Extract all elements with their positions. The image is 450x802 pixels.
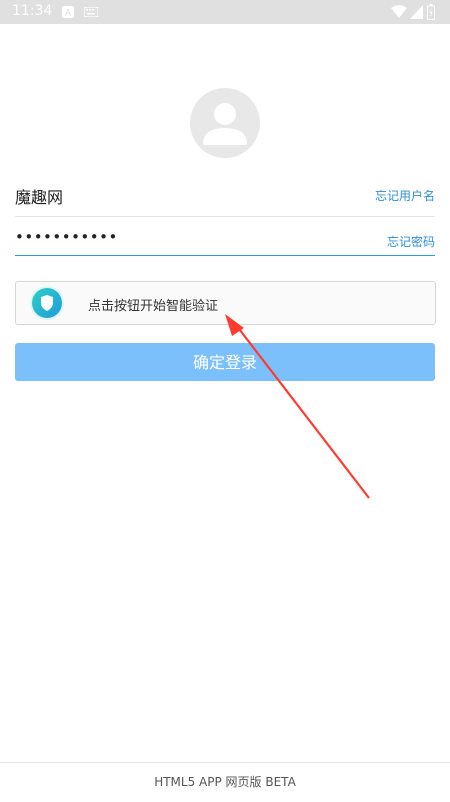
footer: HTML5 APP 网页版 BETA [0, 762, 450, 802]
forgot-password-link[interactable]: 忘记密码 [387, 233, 435, 250]
username-field[interactable]: 魔趣网 忘记用户名 [15, 170, 435, 217]
captcha-prompt: 点击按钮开始智能验证 [88, 299, 219, 314]
password-field[interactable]: ••••••••••• 忘记密码 [15, 216, 435, 256]
keyboard-icon [84, 7, 98, 17]
user-avatar [190, 88, 260, 158]
status-bar: 11:34 A [0, 0, 450, 24]
status-time: 11:34 [12, 3, 53, 19]
svg-text:A: A [65, 9, 72, 19]
smart-captcha-button[interactable]: 点击按钮开始智能验证 [15, 281, 436, 325]
login-submit-button[interactable]: 确定登录 [15, 343, 435, 381]
username-input[interactable]: 魔趣网 [15, 184, 63, 208]
user-avatar-icon [203, 103, 247, 145]
captcha-badge [32, 288, 62, 318]
password-input[interactable]: ••••••••••• [15, 228, 118, 246]
a-icon: A [62, 6, 74, 18]
shield-icon [41, 295, 53, 311]
forgot-username-link[interactable]: 忘记用户名 [375, 187, 435, 204]
battery-icon [427, 4, 435, 20]
footer-text: HTML5 APP 网页版 BETA [154, 775, 296, 789]
signal-icon [410, 5, 423, 19]
wifi-icon [391, 5, 407, 18]
